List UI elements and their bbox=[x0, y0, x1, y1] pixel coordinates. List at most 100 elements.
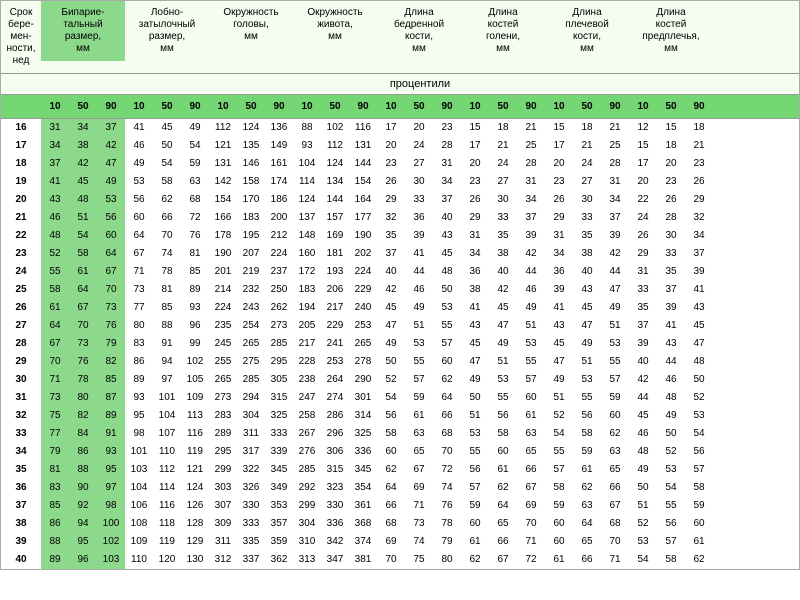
percentile-group: 105090 bbox=[377, 95, 461, 118]
cell-value: 258 bbox=[293, 407, 321, 425]
cell-group: 137157177 bbox=[293, 209, 377, 227]
cell-value: 89 bbox=[125, 371, 153, 389]
cell-value: 283 bbox=[209, 407, 237, 425]
cell-value: 15 bbox=[545, 119, 573, 137]
cell-value: 82 bbox=[97, 353, 125, 371]
cell-value: 49 bbox=[125, 155, 153, 173]
cell-value: 66 bbox=[433, 407, 461, 425]
cell-value: 21 bbox=[601, 119, 629, 137]
table-row: 2970768286941022552752952282532785055604… bbox=[1, 353, 799, 371]
cell-value: 46 bbox=[41, 209, 69, 227]
cell-value: 40 bbox=[573, 263, 601, 281]
cell-value: 50 bbox=[377, 353, 405, 371]
cell-value: 65 bbox=[489, 515, 517, 533]
cell-value: 60 bbox=[125, 209, 153, 227]
cell-value: 63 bbox=[601, 443, 629, 461]
cell-value: 59 bbox=[461, 497, 489, 515]
cell-value: 63 bbox=[573, 497, 601, 515]
cell-value: 25 bbox=[601, 137, 629, 155]
cell-value: 54 bbox=[685, 425, 713, 443]
cell-value: 15 bbox=[461, 119, 489, 137]
cell-value: 29 bbox=[377, 191, 405, 209]
cell-value: 144 bbox=[321, 191, 349, 209]
cell-group: 374145 bbox=[629, 317, 713, 335]
cell-value: 50 bbox=[461, 389, 489, 407]
cell-value: 49 bbox=[377, 335, 405, 353]
cell-value: 55 bbox=[517, 353, 545, 371]
cell-value: 37 bbox=[377, 245, 405, 263]
cell-value: 224 bbox=[209, 299, 237, 317]
cell-value: 62 bbox=[489, 479, 517, 497]
cell-value: 71 bbox=[125, 263, 153, 281]
cell-value: 26 bbox=[685, 173, 713, 191]
cell-value: 92 bbox=[69, 497, 97, 515]
cell-value: 154 bbox=[349, 173, 377, 191]
cell-value: 228 bbox=[293, 353, 321, 371]
cell-value: 78 bbox=[433, 515, 461, 533]
cell-group: 265285305 bbox=[209, 371, 293, 389]
cell-value: 28 bbox=[601, 155, 629, 173]
cell-value: 59 bbox=[545, 497, 573, 515]
cell-value: 102 bbox=[181, 353, 209, 371]
cell-value: 61 bbox=[41, 299, 69, 317]
cell-value: 45 bbox=[153, 119, 181, 137]
cell-value: 286 bbox=[321, 407, 349, 425]
cell-value: 48 bbox=[41, 227, 69, 245]
cell-value: 58 bbox=[685, 479, 713, 497]
cell-value: 333 bbox=[237, 515, 265, 533]
cell-value: 49 bbox=[181, 119, 209, 137]
cell-group: 238264290 bbox=[293, 371, 377, 389]
cell-value: 166 bbox=[209, 209, 237, 227]
cell-value: 333 bbox=[265, 425, 293, 443]
cell-group: 394347 bbox=[545, 281, 629, 299]
cell-value: 31 bbox=[545, 227, 573, 245]
cell-value: 292 bbox=[293, 479, 321, 497]
cell-value: 278 bbox=[349, 353, 377, 371]
cell-value: 51 bbox=[69, 209, 97, 227]
cell-value: 36 bbox=[405, 209, 433, 227]
cell-week: 30 bbox=[1, 371, 41, 389]
cell-value: 71 bbox=[517, 533, 545, 551]
cell-group: 255275295 bbox=[209, 353, 293, 371]
cell-group: 384246 bbox=[461, 281, 545, 299]
cell-value: 55 bbox=[545, 443, 573, 461]
cell-value: 34 bbox=[517, 191, 545, 209]
cell-group: 121518 bbox=[629, 119, 713, 137]
cell-value: 339 bbox=[265, 443, 293, 461]
cell-value: 149 bbox=[265, 137, 293, 155]
cell-value: 299 bbox=[209, 461, 237, 479]
cell-value: 12 bbox=[629, 119, 657, 137]
cell-group: 545862 bbox=[629, 551, 713, 569]
cell-value: 62 bbox=[433, 371, 461, 389]
cell-value: 39 bbox=[405, 227, 433, 245]
cell-week: 34 bbox=[1, 443, 41, 461]
cell-value: 342 bbox=[321, 533, 349, 551]
cell-value: 17 bbox=[629, 155, 657, 173]
cell-group: 626772 bbox=[377, 461, 461, 479]
cell-value: 58 bbox=[657, 551, 685, 569]
header-metric: Окружностьголовы,мм bbox=[209, 1, 293, 49]
cell-value: 70 bbox=[153, 227, 181, 245]
cell-value: 31 bbox=[41, 119, 69, 137]
cell-value: 83 bbox=[125, 335, 153, 353]
cell-group: 312337362 bbox=[209, 551, 293, 569]
cell-group: 104114124 bbox=[125, 479, 209, 497]
cell-value: 51 bbox=[461, 407, 489, 425]
cell-value: 97 bbox=[153, 371, 181, 389]
cell-group: 606570 bbox=[377, 443, 461, 461]
cell-value: 59 bbox=[685, 497, 713, 515]
cell-value: 322 bbox=[237, 461, 265, 479]
cell-value: 312 bbox=[209, 551, 237, 569]
cell-group: 154170186 bbox=[209, 191, 293, 209]
cell-value: 71 bbox=[405, 497, 433, 515]
cell-group: 160181202 bbox=[293, 245, 377, 263]
cell-value: 51 bbox=[517, 317, 545, 335]
cell-value: 97 bbox=[97, 479, 125, 497]
cell-group: 313539 bbox=[629, 263, 713, 281]
cell-value: 169 bbox=[321, 227, 349, 245]
cell-value: 41 bbox=[657, 317, 685, 335]
cell-value: 49 bbox=[517, 299, 545, 317]
cell-week: 36 bbox=[1, 479, 41, 497]
cell-value: 53 bbox=[629, 533, 657, 551]
cell-value: 135 bbox=[237, 137, 265, 155]
